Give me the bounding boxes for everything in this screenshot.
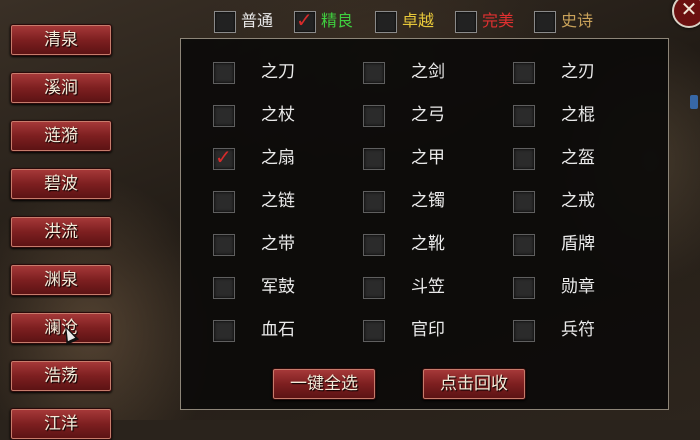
item-label: 之靴 xyxy=(411,234,445,254)
item-checkbox[interactable] xyxy=(363,105,385,127)
item-label: 勋章 xyxy=(561,277,595,297)
category-button[interactable]: 溪涧 xyxy=(10,72,112,104)
category-button[interactable]: 碧波 xyxy=(10,168,112,200)
item-label: 之扇 xyxy=(261,148,295,168)
item-label: 之剑 xyxy=(411,62,445,82)
item-label: 之戒 xyxy=(561,191,595,211)
quality-label: 普通 xyxy=(241,11,274,30)
item-checkbox[interactable] xyxy=(513,320,535,342)
item-label: 兵符 xyxy=(561,320,595,340)
quality-checkbox[interactable] xyxy=(214,11,236,33)
item-label: 官印 xyxy=(411,320,445,340)
category-button[interactable]: 洪流 xyxy=(10,216,112,248)
quality-checkbox[interactable] xyxy=(534,11,556,33)
checkmark-icon: ✓ xyxy=(296,8,313,32)
category-button[interactable]: 清泉 xyxy=(10,24,112,56)
item-label: 之棍 xyxy=(561,105,595,125)
item-label: 之杖 xyxy=(261,105,295,125)
quality-label: 史诗 xyxy=(561,11,594,30)
item-checkbox[interactable] xyxy=(513,277,535,299)
item-checkbox[interactable] xyxy=(513,62,535,84)
item-label: 之刃 xyxy=(561,62,595,82)
quality-checkbox[interactable] xyxy=(375,11,397,33)
item-checkbox[interactable] xyxy=(363,191,385,213)
background-decoration xyxy=(690,95,698,109)
item-label: 之盔 xyxy=(561,148,595,168)
quality-label: 卓越 xyxy=(402,11,435,30)
item-checkbox[interactable]: ✓ xyxy=(213,145,235,170)
item-type-panel xyxy=(180,38,669,410)
item-checkbox[interactable] xyxy=(513,191,535,213)
item-checkbox[interactable] xyxy=(213,62,235,84)
quality-checkbox[interactable]: ✓ xyxy=(294,8,316,33)
item-checkbox[interactable] xyxy=(513,148,535,170)
item-checkbox[interactable] xyxy=(213,320,235,342)
item-checkbox[interactable] xyxy=(363,234,385,256)
item-label: 之甲 xyxy=(411,148,445,168)
quality-label: 完美 xyxy=(482,11,515,30)
item-checkbox[interactable] xyxy=(213,105,235,127)
checkmark-icon: ✓ xyxy=(215,145,232,169)
recycle-button[interactable]: 点击回收 xyxy=(422,368,526,400)
item-label: 之弓 xyxy=(411,105,445,125)
item-checkbox[interactable] xyxy=(513,234,535,256)
item-checkbox[interactable] xyxy=(363,62,385,84)
category-button[interactable]: 江洋 xyxy=(10,408,112,440)
item-checkbox[interactable] xyxy=(363,320,385,342)
item-label: 斗笠 xyxy=(411,277,445,297)
category-button[interactable]: 浩荡 xyxy=(10,360,112,392)
category-button[interactable]: 渊泉 xyxy=(10,264,112,296)
item-label: 之镯 xyxy=(411,191,445,211)
category-button[interactable]: 涟漪 xyxy=(10,120,112,152)
item-checkbox[interactable] xyxy=(513,105,535,127)
item-checkbox[interactable] xyxy=(363,148,385,170)
item-label: 之带 xyxy=(261,234,295,254)
item-label: 军鼓 xyxy=(261,277,295,297)
item-label: 盾牌 xyxy=(561,234,595,254)
item-label: 之刀 xyxy=(261,62,295,82)
quality-checkbox[interactable] xyxy=(455,11,477,33)
item-checkbox[interactable] xyxy=(213,191,235,213)
item-checkbox[interactable] xyxy=(213,234,235,256)
item-checkbox[interactable] xyxy=(363,277,385,299)
select-all-button[interactable]: 一键全选 xyxy=(272,368,376,400)
item-checkbox[interactable] xyxy=(213,277,235,299)
item-label: 之链 xyxy=(261,191,295,211)
item-label: 血石 xyxy=(261,320,295,340)
quality-label: 精良 xyxy=(321,11,354,30)
